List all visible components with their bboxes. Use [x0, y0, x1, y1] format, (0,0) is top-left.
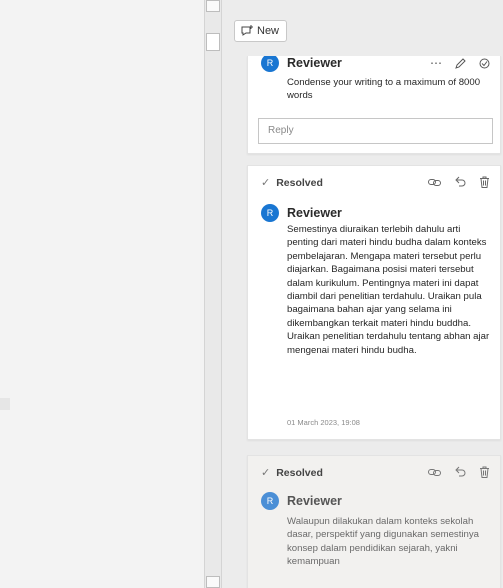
- avatar: R: [261, 492, 279, 510]
- comment-author: Reviewer: [287, 56, 342, 70]
- comment-text: Walaupun dilakukan dalam konteks sekolah…: [287, 516, 479, 568]
- avatar: R: [261, 204, 279, 222]
- document-scrollbar[interactable]: [204, 0, 222, 588]
- document-edge-marker: [0, 398, 10, 410]
- comment-author: Reviewer: [287, 494, 342, 508]
- comment-timestamp: 01 March 2023, 19:08: [287, 418, 360, 427]
- resolve-icon[interactable]: [479, 58, 490, 69]
- link-icon[interactable]: [428, 468, 441, 477]
- check-icon: ✓: [261, 467, 271, 479]
- delete-icon[interactable]: [479, 176, 490, 188]
- scroll-up-button[interactable]: [206, 0, 220, 12]
- check-icon: ✓: [261, 177, 271, 189]
- comment-actions: [428, 466, 490, 478]
- new-comment-button[interactable]: New: [234, 20, 288, 42]
- comment-text: Condense your writing to a maximum of 80…: [287, 77, 481, 102]
- edit-icon[interactable]: [455, 57, 466, 69]
- avatar: R: [261, 56, 279, 72]
- scroll-thumb[interactable]: [206, 33, 220, 51]
- comment-actions: [428, 176, 490, 188]
- comment-card[interactable]: R Reviewer ⋯ Condense your writing to a …: [247, 56, 501, 154]
- new-comment-label: New: [257, 25, 280, 37]
- comment-actions: ⋯: [430, 56, 490, 70]
- scroll-down-button[interactable]: [206, 576, 220, 588]
- document-canvas: [0, 0, 204, 588]
- resolved-status: ✓ Resolved: [261, 176, 323, 190]
- reopen-icon[interactable]: [454, 466, 466, 478]
- delete-icon[interactable]: [479, 466, 490, 478]
- comments-pane: New R Reviewer ⋯ Condense your writing t…: [222, 0, 503, 588]
- comment-author-row: R Reviewer: [261, 204, 342, 222]
- comment-text: Semestinya diuraikan terlebih dahulu art…: [287, 224, 490, 356]
- comment-card[interactable]: ✓ Resolved R Reviewer Semestinya diuraik…: [247, 165, 501, 440]
- comment-author-row: R Reviewer: [261, 56, 342, 72]
- comment-card[interactable]: ✓ Resolved R Reviewer Walaupun dilakukan…: [247, 455, 501, 588]
- more-icon[interactable]: ⋯: [430, 56, 442, 70]
- reopen-icon[interactable]: [454, 176, 466, 188]
- reply-input[interactable]: Reply: [258, 118, 493, 144]
- resolved-status: ✓ Resolved: [261, 466, 323, 480]
- comment-author-row: R Reviewer: [261, 492, 342, 510]
- new-comment-icon: [240, 25, 254, 37]
- resolved-label: Resolved: [276, 466, 323, 479]
- resolved-label: Resolved: [276, 176, 323, 189]
- link-icon[interactable]: [428, 178, 441, 187]
- comment-author: Reviewer: [287, 206, 342, 220]
